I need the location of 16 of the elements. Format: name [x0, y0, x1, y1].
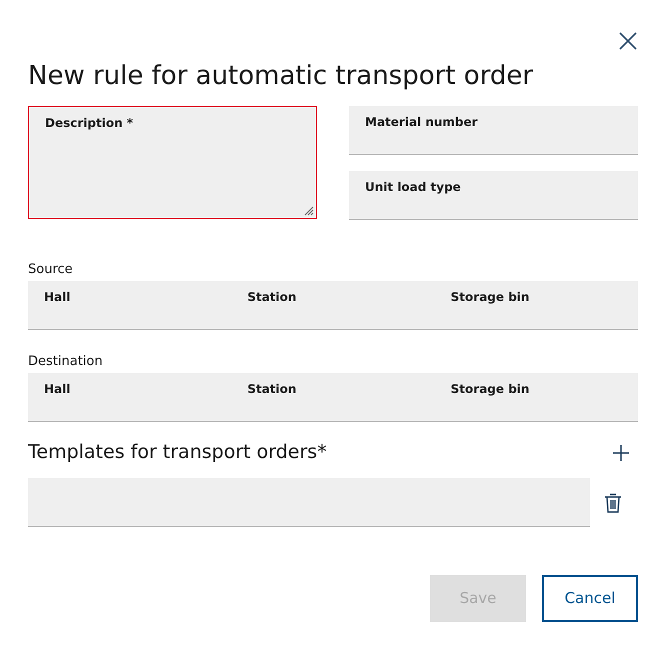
text-field[interactable]: Hall	[28, 373, 232, 422]
section-heading: Templates for transport orders*	[28, 440, 327, 465]
cancel-button[interactable]: Cancel	[542, 575, 638, 622]
group-label: Source	[28, 262, 74, 278]
text-field[interactable]: Unit load type	[349, 171, 638, 220]
text-field[interactable]: Hall	[28, 281, 232, 330]
dialog-title: New rule for automatic transport order	[28, 60, 534, 93]
text-field[interactable]: Storage bin	[434, 281, 638, 330]
text-field[interactable]: Station	[231, 281, 435, 330]
text-field[interactable]: Storage bin	[434, 373, 638, 422]
group-label: Destination	[28, 354, 104, 370]
template-field[interactable]	[28, 478, 590, 527]
description-field[interactable]: Description *	[28, 106, 317, 219]
text-field[interactable]: Station	[231, 373, 435, 422]
text-field[interactable]: Material number	[349, 106, 638, 155]
resize-grip-icon[interactable]	[302, 204, 314, 216]
